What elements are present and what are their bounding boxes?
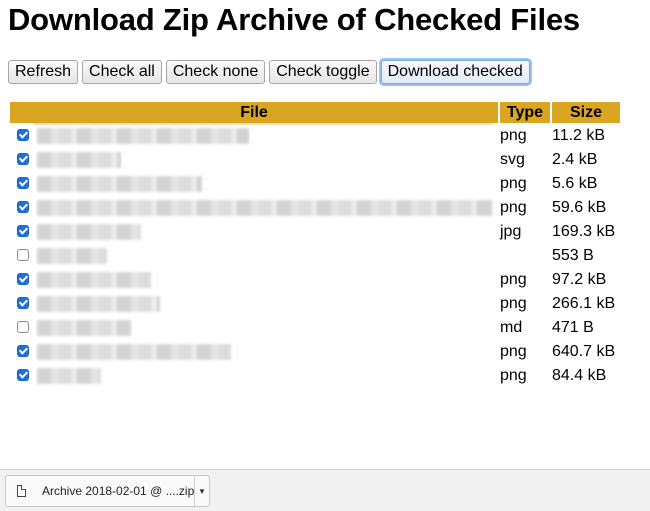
file-name-redacted[interactable] bbox=[37, 175, 202, 192]
table-row[interactable]: jpg 169.3 kB bbox=[10, 221, 620, 243]
file-cell bbox=[10, 197, 498, 219]
column-header-file[interactable]: File bbox=[10, 102, 498, 123]
file-cell bbox=[10, 245, 498, 267]
download-bar: Archive 2018-02-01 @ ....zip ▼ bbox=[0, 469, 650, 511]
file-name-redacted[interactable] bbox=[37, 295, 160, 312]
file-name-redacted[interactable] bbox=[37, 271, 151, 288]
file-size: 11.2 kB bbox=[552, 127, 606, 144]
file-icon bbox=[17, 485, 26, 497]
table-row[interactable]: png 5.6 kB bbox=[10, 173, 620, 195]
file-type: png bbox=[500, 175, 527, 192]
table-row[interactable]: md 471 B bbox=[10, 317, 620, 339]
file-type: png bbox=[500, 295, 527, 312]
table-row[interactable]: png 97.2 kB bbox=[10, 269, 620, 291]
files-table: File Type Size png 11.2 kB svg 2.4 kB png 5.6… bbox=[8, 100, 622, 389]
file-name-redacted[interactable] bbox=[37, 199, 493, 216]
file-cell bbox=[10, 149, 498, 171]
file-cell bbox=[10, 269, 498, 291]
check-all-button[interactable]: Check all bbox=[82, 60, 162, 84]
file-checkbox[interactable] bbox=[17, 224, 29, 237]
file-size: 553 B bbox=[552, 247, 594, 264]
file-cell bbox=[10, 317, 498, 339]
file-type: png bbox=[500, 343, 527, 360]
download-checked-button[interactable]: Download checked bbox=[380, 60, 530, 84]
file-cell bbox=[10, 123, 498, 147]
file-name-redacted[interactable] bbox=[37, 247, 107, 264]
file-cell bbox=[10, 293, 498, 315]
file-rows: png 11.2 kB svg 2.4 kB png 5.6 kB png 59.6 kB jp… bbox=[10, 123, 620, 387]
file-type: png bbox=[500, 127, 527, 144]
file-name-redacted[interactable] bbox=[37, 343, 231, 360]
file-name-redacted[interactable] bbox=[37, 319, 131, 336]
file-cell bbox=[10, 221, 498, 243]
file-checkbox[interactable] bbox=[17, 248, 29, 261]
table-row[interactable]: 553 B bbox=[10, 245, 620, 267]
file-cell bbox=[10, 365, 498, 387]
file-type: svg bbox=[500, 151, 525, 168]
file-checkbox[interactable] bbox=[17, 368, 29, 381]
file-checkbox[interactable] bbox=[17, 152, 29, 165]
file-size: 169.3 kB bbox=[552, 223, 616, 240]
file-name-redacted[interactable] bbox=[37, 127, 249, 144]
file-checkbox[interactable] bbox=[17, 200, 29, 213]
file-size: 471 B bbox=[552, 319, 594, 336]
file-name-redacted[interactable] bbox=[37, 151, 121, 168]
chevron-down-icon[interactable]: ▼ bbox=[194, 476, 209, 506]
file-name-redacted[interactable] bbox=[37, 367, 101, 384]
file-size: 640.7 kB bbox=[552, 343, 616, 360]
file-type: md bbox=[500, 319, 523, 336]
toolbar: Refresh Check all Check none Check toggl… bbox=[8, 60, 530, 84]
page-title: Download Zip Archive of Checked Files bbox=[8, 2, 580, 37]
file-size: 2.4 kB bbox=[552, 151, 598, 168]
table-row[interactable]: png 266.1 kB bbox=[10, 293, 620, 315]
file-type bbox=[500, 245, 550, 267]
column-header-type[interactable]: Type bbox=[500, 102, 550, 123]
file-checkbox[interactable] bbox=[17, 272, 29, 285]
download-item[interactable]: Archive 2018-02-01 @ ....zip ▼ bbox=[5, 475, 210, 507]
file-checkbox[interactable] bbox=[17, 320, 29, 333]
check-none-button[interactable]: Check none bbox=[165, 60, 266, 84]
file-checkbox[interactable] bbox=[17, 176, 29, 189]
file-size: 97.2 kB bbox=[552, 271, 607, 288]
table-row[interactable]: png 11.2 kB bbox=[10, 123, 620, 147]
table-row[interactable]: png 640.7 kB bbox=[10, 341, 620, 363]
download-item-name[interactable]: Archive 2018-02-01 @ ....zip bbox=[42, 484, 194, 498]
table-row[interactable]: svg 2.4 kB bbox=[10, 149, 620, 171]
table-header-row: File Type Size bbox=[10, 102, 620, 123]
file-name-redacted[interactable] bbox=[37, 223, 141, 240]
file-size: 266.1 kB bbox=[552, 295, 616, 312]
file-checkbox[interactable] bbox=[17, 128, 29, 141]
file-cell bbox=[10, 341, 498, 363]
refresh-button[interactable]: Refresh bbox=[8, 60, 79, 84]
file-type: png bbox=[500, 199, 527, 216]
table-row[interactable]: png 84.4 kB bbox=[10, 365, 620, 387]
file-size: 5.6 kB bbox=[552, 175, 598, 192]
file-checkbox[interactable] bbox=[17, 296, 29, 309]
file-checkbox[interactable] bbox=[17, 344, 29, 357]
file-type: png bbox=[500, 271, 527, 288]
column-header-size[interactable]: Size bbox=[552, 102, 620, 123]
check-toggle-button[interactable]: Check toggle bbox=[269, 60, 377, 84]
file-type: png bbox=[500, 367, 527, 384]
file-size: 84.4 kB bbox=[552, 367, 607, 384]
file-size: 59.6 kB bbox=[552, 199, 607, 216]
table-row[interactable]: png 59.6 kB bbox=[10, 197, 620, 219]
file-cell bbox=[10, 173, 498, 195]
file-type: jpg bbox=[500, 223, 522, 240]
row-separator bbox=[34, 123, 492, 125]
